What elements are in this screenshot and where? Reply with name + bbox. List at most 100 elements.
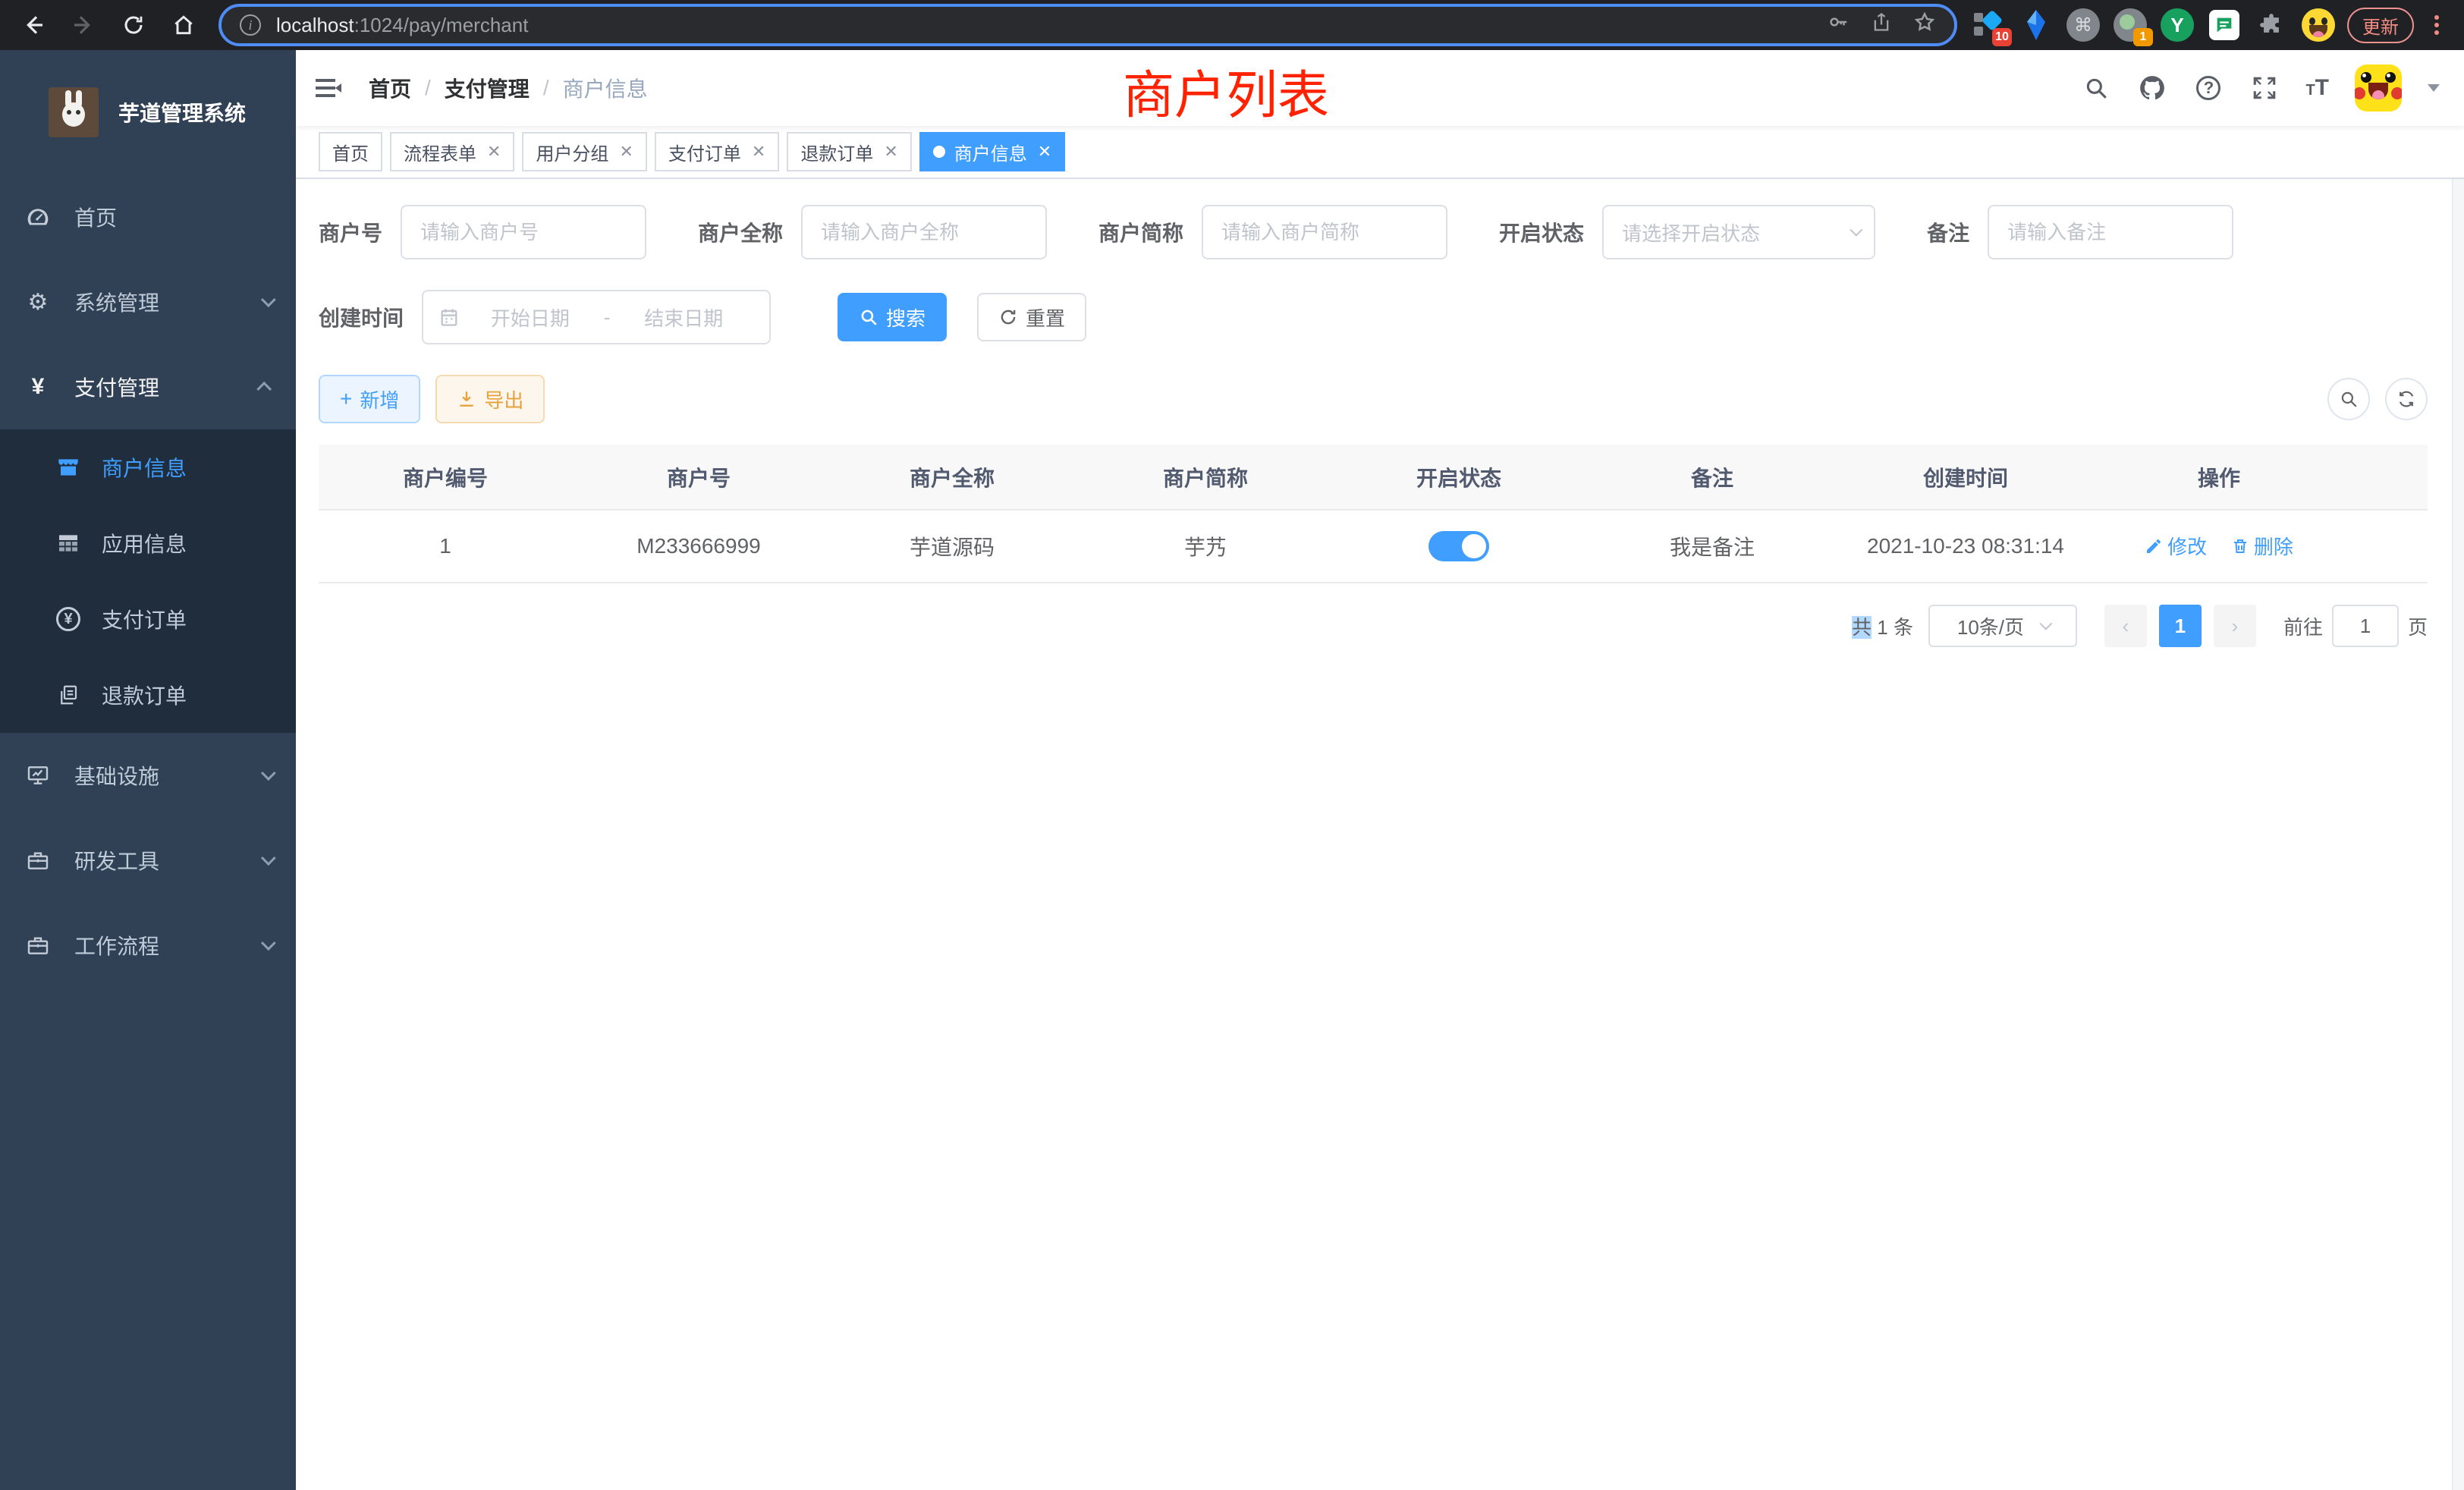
sidebar-item-label: 研发工具 — [74, 845, 159, 875]
extension-command-icon[interactable]: ⌘ — [2066, 8, 2100, 42]
pagination-goto: 前往 页 — [2283, 605, 2428, 647]
extension-diamond-icon[interactable]: 10 — [1972, 8, 2006, 42]
sidebar-item-dev-tools[interactable]: 研发工具 — [0, 818, 296, 903]
question-icon[interactable]: ? — [2193, 73, 2224, 103]
tab-refund-order[interactable]: 退款订单✕ — [787, 132, 911, 171]
search-icon[interactable] — [2081, 73, 2111, 103]
page-size-select[interactable]: 10条/页 — [1928, 605, 2077, 647]
breadcrumb-separator: / — [425, 76, 431, 100]
share-icon[interactable] — [1871, 11, 1892, 39]
edit-link[interactable]: 修改 — [2145, 532, 2207, 560]
sidebar-item-workflow[interactable]: 工作流程 — [0, 903, 296, 988]
star-icon[interactable] — [1913, 11, 1936, 39]
add-button[interactable]: + 新增 — [319, 375, 420, 423]
extension-puzzle-icon[interactable] — [2255, 8, 2288, 42]
hamburger-icon[interactable] — [311, 71, 344, 105]
filter-create-time: 创建时间 开始日期 - 结束日期 — [319, 290, 771, 344]
top-navbar: 首页 / 支付管理 / 商户信息 ? — [296, 50, 2464, 126]
browser-toolbar: i localhost:1024/pay/merchant 10 — [0, 0, 2464, 50]
breadcrumb-home[interactable]: 首页 — [369, 73, 411, 103]
goto-page-input[interactable] — [2332, 605, 2399, 647]
sidebar-item-merchant-info[interactable]: 商户信息 — [0, 429, 296, 505]
browser-update-button[interactable]: 更新 — [2347, 8, 2414, 43]
sidebar-item-app-info[interactable]: 应用信息 — [0, 505, 296, 581]
github-icon[interactable] — [2137, 73, 2167, 103]
tab-home[interactable]: 首页 — [319, 132, 382, 171]
close-icon[interactable]: ✕ — [884, 142, 897, 162]
page-number-button[interactable]: 1 — [2159, 605, 2202, 647]
font-size-icon[interactable]: TT — [2305, 75, 2329, 101]
remark-input[interactable] — [1988, 205, 2233, 259]
browser-menu-icon[interactable] — [2426, 10, 2447, 40]
next-page-button[interactable]: › — [2214, 605, 2256, 647]
merchant-no-input[interactable] — [401, 205, 646, 259]
cell-merchant-id: 1 — [319, 510, 572, 583]
page-scrollbar[interactable] — [2452, 50, 2464, 1490]
sidebar-item-infra[interactable]: 基础设施 — [0, 733, 296, 818]
home-icon[interactable] — [168, 10, 199, 40]
chevron-down-icon — [261, 850, 276, 866]
toolbox-icon — [26, 848, 50, 872]
avatar[interactable] — [2355, 64, 2402, 112]
fullscreen-icon[interactable] — [2249, 73, 2280, 103]
tab-user-group[interactable]: 用户分组✕ — [522, 132, 646, 171]
active-dot-icon — [933, 146, 945, 158]
status-select[interactable]: 请选择开启状态 — [1602, 205, 1875, 259]
filter-row-2: 创建时间 开始日期 - 结束日期 搜索 — [319, 290, 2428, 344]
extension-y-icon[interactable]: Y — [2161, 8, 2194, 42]
forward-icon[interactable] — [68, 10, 99, 40]
key-icon[interactable] — [1827, 11, 1850, 39]
sidebar-item-pay-order[interactable]: ¥ 支付订单 — [0, 581, 296, 657]
pagination-total: 共 1 条 — [1852, 612, 1913, 640]
close-icon[interactable]: ✕ — [752, 142, 765, 162]
delete-icon — [2231, 537, 2249, 555]
sidebar-item-system[interactable]: ⚙ 系统管理 — [0, 259, 296, 344]
close-icon[interactable]: ✕ — [1038, 142, 1051, 162]
sidebar-item-home[interactable]: 首页 — [0, 174, 296, 259]
short-name-input[interactable] — [1202, 205, 1447, 259]
create-time-range-picker[interactable]: 开始日期 - 结束日期 — [422, 290, 771, 344]
status-toggle[interactable] — [1428, 531, 1489, 561]
filter-remark: 备注 — [1927, 205, 2233, 259]
search-button[interactable]: 搜索 — [838, 293, 947, 341]
reset-button[interactable]: 重置 — [977, 293, 1086, 341]
search-icon — [2339, 389, 2359, 409]
tab-pay-order[interactable]: 支付订单✕ — [655, 132, 779, 171]
back-icon[interactable] — [18, 10, 49, 40]
breadcrumb-pay[interactable]: 支付管理 — [445, 73, 530, 103]
close-icon[interactable]: ✕ — [619, 142, 633, 162]
extension-kite-icon[interactable] — [2019, 8, 2053, 42]
cell-remark: 我是备注 — [1586, 510, 1839, 583]
delete-link[interactable]: 删除 — [2231, 532, 2293, 560]
reload-icon[interactable] — [118, 10, 149, 40]
filter-label: 商户简称 — [1098, 217, 1183, 247]
full-name-input[interactable] — [801, 205, 1047, 259]
download-icon — [457, 389, 476, 409]
cell-actions: 修改 删除 — [2092, 510, 2346, 583]
extension-meet-icon[interactable]: 1 — [2114, 8, 2147, 42]
tab-merchant-info[interactable]: 商户信息 ✕ — [919, 132, 1065, 171]
info-icon[interactable]: i — [240, 14, 261, 36]
close-icon[interactable]: ✕ — [487, 142, 501, 162]
start-date-placeholder: 开始日期 — [460, 303, 601, 332]
sidebar-item-refund-order[interactable]: 退款订单 — [0, 657, 296, 733]
prev-page-button[interactable]: ‹ — [2104, 605, 2147, 647]
sidebar-item-label: 基础设施 — [74, 760, 159, 791]
tab-process-form[interactable]: 流程表单✕ — [390, 132, 514, 171]
document-icon — [56, 683, 80, 707]
show-search-button[interactable] — [2327, 378, 2370, 420]
extension-chat-icon[interactable] — [2208, 8, 2241, 42]
sidebar-item-pay[interactable]: ¥ 支付管理 — [0, 344, 296, 429]
app-logo[interactable]: 芋道管理系统 — [0, 50, 296, 174]
address-bar[interactable]: i localhost:1024/pay/merchant — [218, 4, 1957, 46]
caret-down-icon[interactable] — [2428, 84, 2440, 92]
refresh-button[interactable] — [2385, 378, 2428, 420]
tab-label: 商户信息 — [954, 139, 1027, 165]
yen-icon: ¥ — [26, 375, 50, 399]
export-button[interactable]: 导出 — [435, 375, 545, 423]
screen: i localhost:1024/pay/merchant 10 — [0, 0, 2464, 1490]
cell-create-time: 2021-10-23 08:31:14 — [1839, 510, 2092, 583]
date-separator: - — [601, 306, 614, 329]
grid-icon — [56, 531, 80, 555]
extension-emoji-icon[interactable] — [2302, 8, 2335, 42]
